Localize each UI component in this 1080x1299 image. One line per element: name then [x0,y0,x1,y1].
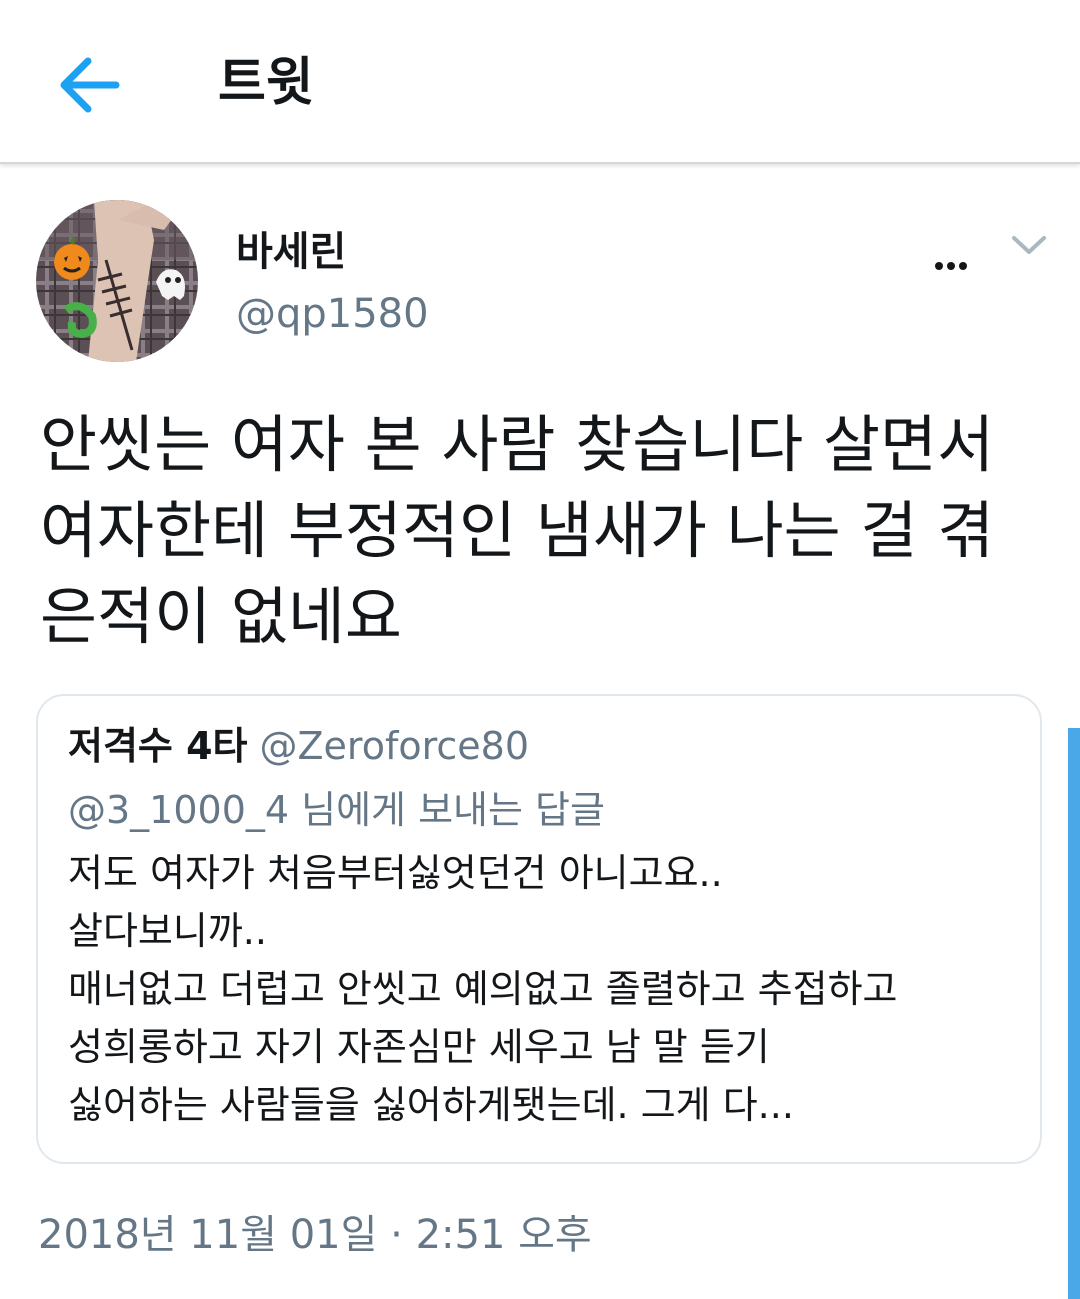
tweet-menu-button[interactable] [1006,228,1052,264]
more-dots-icon [935,262,967,270]
quoted-text-line: 성희롱하고 자기 자존심만 세우고 남 말 듣기 [68,1025,770,1069]
page-title: 트윗 [218,53,314,113]
quoted-reply-to: @3_1000_4 님에게 보내는 답글 [68,788,605,832]
quoted-author-handle: @Zeroforce80 [259,724,530,768]
quoted-text-line: 살다보니까.. [68,909,267,953]
quoted-text-line: 싫어하는 사람들을 싫어하게됏는데. 그게 다... [68,1083,794,1127]
author-handle[interactable]: @qp1580 [236,288,429,340]
back-button[interactable] [50,45,130,125]
app-header: 트윗 [0,0,1080,164]
avatar[interactable] [36,200,198,362]
quoted-text-line: 저도 여자가 처음부터싫엇던건 아니고요.. [68,851,723,895]
author-name[interactable]: 바세린 [236,226,346,278]
more-options-button[interactable] [928,244,974,284]
arrow-left-icon [60,57,120,113]
avatar-image [36,200,198,362]
quoted-text-line: 매너없고 더럽고 안씻고 예의없고 졸렬하고 추접하고 [68,967,898,1011]
tweet-text: 안씻는 여자 본 사람 찾습니다 살면서 여자한테 부정적인 냄새가 나는 걸 … [40,408,995,653]
quoted-author-name: 저격수 4타 [68,724,248,768]
quoted-tweet-text: 저도 여자가 처음부터싫엇던건 아니고요.. 살다보니까.. 매너없고 더럽고 … [68,844,1018,1134]
tweet-timestamp: 2018년 11월 01일 · 2:51 오후 [38,1212,592,1258]
quoted-tweet-header: 저격수 4타 @Zeroforce80 [68,718,529,774]
chevron-down-icon [1012,236,1046,254]
quoted-tweet-card[interactable]: 저격수 4타 @Zeroforce80 @3_1000_4 님에게 보내는 답글 … [36,694,1042,1164]
scrollbar-thumb[interactable] [1068,728,1080,1299]
